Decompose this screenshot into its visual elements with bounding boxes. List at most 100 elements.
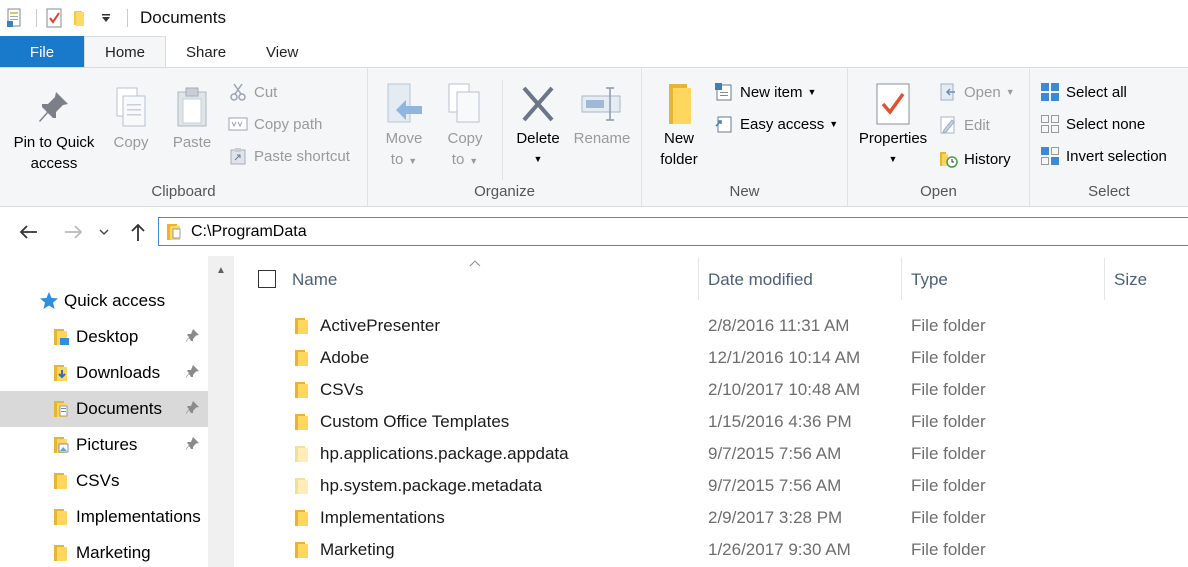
rename-icon <box>580 82 624 126</box>
properties-qat-icon[interactable] <box>4 7 26 29</box>
paste-shortcut-button[interactable]: Paste shortcut <box>228 144 350 168</box>
table-row[interactable]: CSVs 2/10/2017 10:48 AM File folder <box>236 374 1188 406</box>
folder-doc-icon <box>165 222 185 242</box>
column-separator[interactable] <box>1104 258 1105 300</box>
nav-quick-access[interactable]: Quick access <box>0 283 208 319</box>
move-to-icon <box>382 82 426 126</box>
new-folder-qat-icon[interactable] <box>69 7 91 29</box>
up-arrow-icon[interactable] <box>126 220 150 244</box>
organize-divider <box>502 80 503 180</box>
cut-button[interactable]: Cut <box>228 80 277 104</box>
nav-pane-scrollbar[interactable]: ▲ <box>208 256 234 567</box>
copy-path-button[interactable]: Copy path <box>228 112 322 136</box>
select-none-icon <box>1040 114 1060 134</box>
nav-item-desktop[interactable]: Desktop <box>0 319 208 355</box>
tab-share[interactable]: Share <box>166 36 246 68</box>
forward-arrow-icon[interactable] <box>62 220 86 244</box>
scroll-up-arrow-icon[interactable]: ▲ <box>208 256 234 284</box>
column-header-type[interactable]: Type <box>911 256 1101 304</box>
recent-locations-chevron-icon[interactable] <box>96 220 112 244</box>
checkmark-qat-icon[interactable] <box>43 7 65 29</box>
folder-icon <box>294 348 312 368</box>
copy-to-icon <box>443 82 487 126</box>
rename-button[interactable]: Rename <box>572 82 632 149</box>
downloads-folder-icon <box>50 362 72 384</box>
open-icon <box>938 82 958 102</box>
new-group: New folder New item ▼ Easy access ▼ New <box>642 68 848 206</box>
pin-to-quick-access-button[interactable]: Pin to Quick access <box>8 86 100 174</box>
title-separator <box>127 9 128 27</box>
select-group: Select all Select none Invert selection … <box>1030 68 1188 206</box>
edit-pencil-icon <box>938 115 958 135</box>
navigation-bar: C:\ProgramData <box>0 208 1188 256</box>
open-group: Properties ▼ Open ▼ Edit History Open <box>848 68 1030 206</box>
nav-item-pictures[interactable]: Pictures <box>0 427 208 463</box>
organize-group: Move to ▼ Copy to ▼ Delete ▼ Rename Organi… <box>368 68 642 206</box>
nav-item-csvs[interactable]: CSVs <box>0 463 208 499</box>
select-group-label: Select <box>1088 183 1130 200</box>
properties-button[interactable]: Properties ▼ <box>856 82 930 170</box>
folder-icon <box>294 508 312 528</box>
window-title: Documents <box>140 8 226 27</box>
table-row[interactable]: Marketing 1/26/2017 9:30 AM File folder <box>236 534 1188 566</box>
nav-item-marketing[interactable]: Marketing <box>0 535 208 567</box>
pin-icon <box>32 86 76 130</box>
new-folder-button[interactable]: New folder <box>650 82 708 170</box>
nav-item-implementations[interactable]: Implementations <box>0 499 208 535</box>
edit-button[interactable]: Edit <box>938 113 990 137</box>
paste-button[interactable]: Paste <box>164 86 220 153</box>
qat-dropdown-icon[interactable] <box>95 7 117 29</box>
pin-icon[interactable] <box>186 328 202 346</box>
tab-file[interactable]: File <box>0 36 84 68</box>
history-button[interactable]: History <box>938 147 1011 171</box>
new-item-button[interactable]: New item ▼ <box>714 80 816 104</box>
table-row[interactable]: ActivePresenter 2/8/2016 11:31 AM File f… <box>236 310 1188 342</box>
column-header-size[interactable]: Size <box>1114 256 1188 304</box>
folder-icon <box>50 470 72 492</box>
table-row[interactable]: Custom Office Templates 1/15/2016 4:36 P… <box>236 406 1188 438</box>
navigation-pane: Quick access Desktop Downloads Documents… <box>0 256 234 567</box>
tab-view[interactable]: View <box>246 36 318 68</box>
copy-button[interactable]: Copy <box>104 86 158 153</box>
nav-item-downloads[interactable]: Downloads <box>0 355 208 391</box>
organize-group-label: Organize <box>474 183 535 200</box>
table-row[interactable]: Adobe 12/1/2016 10:14 AM File folder <box>236 342 1188 374</box>
tab-home[interactable]: Home <box>84 36 167 68</box>
folder-icon <box>294 444 312 464</box>
column-header-date-modified[interactable]: Date modified <box>708 256 900 304</box>
select-none-button[interactable]: Select none <box>1040 112 1145 136</box>
table-row[interactable]: Implementations 2/9/2017 3:28 PM File fo… <box>236 502 1188 534</box>
open-button[interactable]: Open ▼ <box>938 80 1015 104</box>
copy-to-button[interactable]: Copy to ▼ <box>440 82 490 172</box>
title-bar: Documents <box>0 0 1188 36</box>
quick-access-toolbar <box>0 0 121 36</box>
column-separator[interactable] <box>698 258 699 300</box>
column-separator[interactable] <box>901 258 902 300</box>
table-row[interactable]: hp.applications.package.appdata 9/7/2015… <box>236 438 1188 470</box>
file-list: Name Date modified Type Size ActivePrese… <box>236 256 1188 567</box>
invert-selection-button[interactable]: Invert selection <box>1040 144 1167 168</box>
pictures-folder-icon <box>50 434 72 456</box>
invert-selection-icon <box>1040 146 1060 166</box>
easy-access-button[interactable]: Easy access ▼ <box>714 112 838 136</box>
folder-icon <box>294 540 312 560</box>
select-all-button[interactable]: Select all <box>1040 80 1127 104</box>
table-row[interactable]: hp.system.package.metadata 9/7/2015 7:56… <box>236 470 1188 502</box>
address-bar[interactable]: C:\ProgramData <box>158 217 1188 246</box>
copy-icon <box>109 86 153 130</box>
nav-item-documents[interactable]: Documents <box>0 391 208 427</box>
column-header-name[interactable]: Name <box>292 256 698 304</box>
copy-path-icon <box>228 114 248 134</box>
back-arrow-icon[interactable] <box>16 220 40 244</box>
move-to-button[interactable]: Move to ▼ <box>378 82 430 172</box>
folder-icon <box>294 412 312 432</box>
select-all-checkbox[interactable] <box>258 270 276 288</box>
folder-icon <box>294 380 312 400</box>
pin-icon[interactable] <box>186 364 202 382</box>
desktop-folder-icon <box>50 326 72 348</box>
qat-separator <box>36 9 37 27</box>
delete-button[interactable]: Delete ▼ <box>510 82 566 170</box>
pin-icon[interactable] <box>186 400 202 418</box>
pin-icon[interactable] <box>186 436 202 454</box>
clipboard-group-label: Clipboard <box>151 183 216 200</box>
